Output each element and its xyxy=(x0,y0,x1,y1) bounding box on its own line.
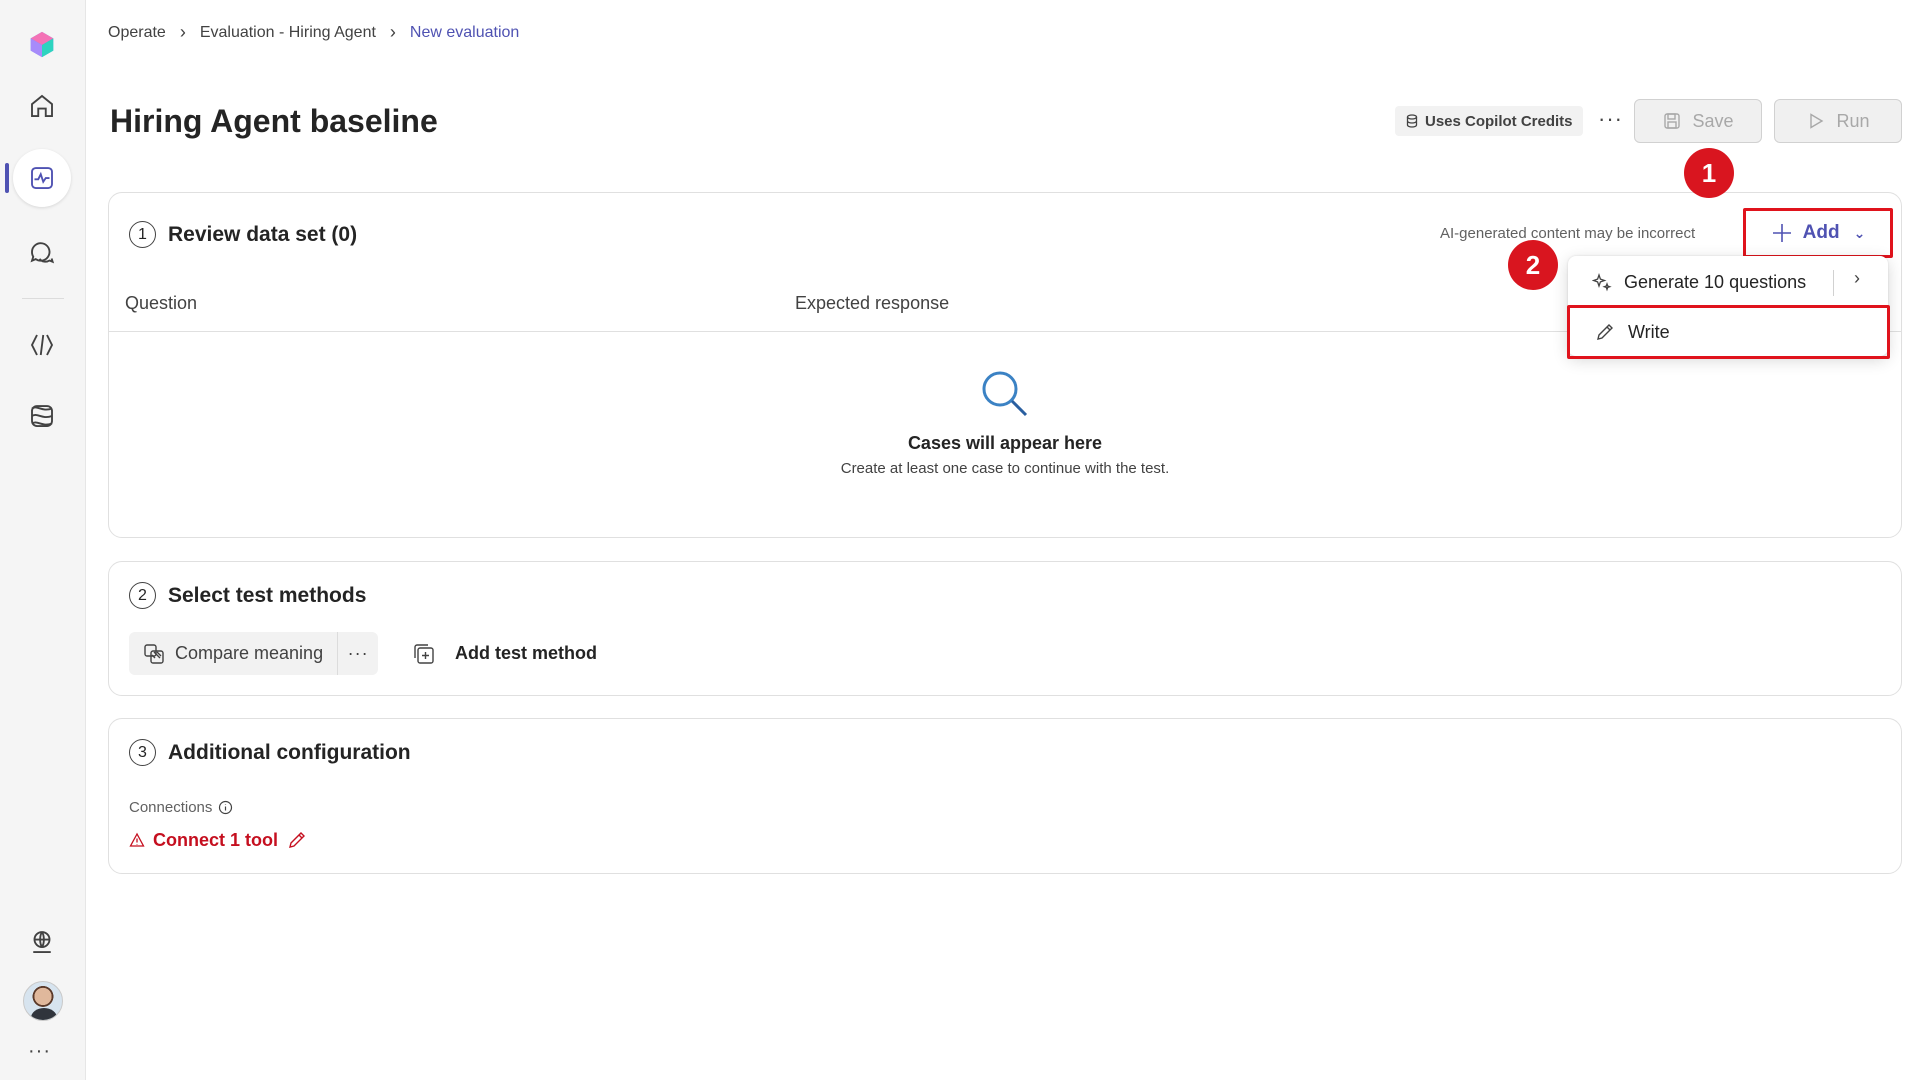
step-number: 2 xyxy=(129,582,156,609)
save-icon xyxy=(1664,113,1681,129)
pencil-icon xyxy=(1597,324,1613,340)
chat-icon[interactable] xyxy=(18,228,66,276)
activity-icon[interactable] xyxy=(13,149,71,207)
copilot-credits-badge: Uses Copilot Credits xyxy=(1395,106,1583,136)
review-header: 1 Review data set (0) xyxy=(129,221,357,248)
step-number: 1 xyxy=(129,221,156,248)
generate-questions-label: Generate 10 questions xyxy=(1624,271,1807,292)
breadcrumb-evaluation[interactable]: Evaluation - Hiring Agent xyxy=(200,24,376,42)
rail-divider xyxy=(22,298,64,299)
generate-questions-item[interactable]: Generate 10 questions › xyxy=(1568,260,1888,304)
add-square-icon xyxy=(414,643,434,664)
column-header-expected-response: Expected response xyxy=(795,293,950,313)
user-avatar[interactable] xyxy=(23,981,63,1021)
save-label: Save xyxy=(1692,110,1734,131)
empty-state-subtitle: Create at least one case to continue wit… xyxy=(840,460,1170,477)
section-title: Select test methods xyxy=(168,583,367,607)
rail-active-indicator xyxy=(5,163,9,193)
breadcrumb-operate[interactable]: Operate xyxy=(108,24,166,42)
library-icon[interactable] xyxy=(18,392,66,440)
compare-meaning-label: Compare meaning xyxy=(175,643,324,663)
test-methods-card: 2 Select test methods Compare meaning ··… xyxy=(108,561,1902,696)
play-icon xyxy=(1810,113,1824,129)
connections-label: Connections xyxy=(129,799,233,816)
column-header-question: Question xyxy=(125,293,198,313)
add-test-method-label: Add test method xyxy=(455,643,597,663)
empty-state-title: Cases will appear here xyxy=(907,433,1103,453)
chip-more-icon[interactable]: ··· xyxy=(338,643,378,664)
step-number: 3 xyxy=(129,739,156,766)
chevron-down-icon: ⌄ xyxy=(1853,224,1866,241)
sparkle-icon xyxy=(1592,272,1612,292)
breadcrumb-current[interactable]: New evaluation xyxy=(410,24,519,42)
connect-tool-label: Connect 1 tool xyxy=(153,829,278,850)
config-header: 3 Additional configuration xyxy=(129,739,411,766)
section-title: Review data set (0) xyxy=(168,222,358,246)
annotation-marker-1: 1 xyxy=(1684,148,1734,198)
review-data-set-card: 1 Review data set (0) AI-generated conte… xyxy=(108,192,1902,538)
globe-icon[interactable] xyxy=(18,918,66,966)
chevron-right-icon[interactable]: › xyxy=(1854,268,1860,289)
coins-icon xyxy=(1406,114,1418,128)
more-options-icon[interactable]: ··· xyxy=(1598,106,1623,132)
code-icon[interactable] xyxy=(18,321,66,369)
app-root: ··· Operate › Evaluation - Hiring Agent … xyxy=(0,0,1920,1080)
left-rail: ··· xyxy=(0,0,86,1080)
empty-state: Cases will appear here Create at least o… xyxy=(109,368,1901,477)
add-test-method-button[interactable]: Add test method xyxy=(413,632,597,675)
chevron-right-icon: › xyxy=(389,22,396,42)
plus-icon xyxy=(1772,224,1791,242)
edit-pencil-icon[interactable] xyxy=(286,829,308,851)
additional-config-card: 3 Additional configuration Connections C… xyxy=(108,718,1902,874)
run-label: Run xyxy=(1836,110,1870,131)
run-button[interactable]: Run xyxy=(1774,99,1902,143)
home-icon[interactable] xyxy=(18,82,66,130)
search-icon xyxy=(982,371,1028,417)
annotation-marker-2: 2 xyxy=(1508,240,1558,290)
ai-disclaimer: AI-generated content may be incorrect xyxy=(1440,225,1696,242)
compare-meaning-chip[interactable]: Compare meaning ··· xyxy=(129,632,379,675)
methods-header: 2 Select test methods xyxy=(129,582,366,609)
warning-icon xyxy=(129,832,145,847)
add-button[interactable]: Add ⌄ xyxy=(1743,208,1893,258)
info-icon[interactable] xyxy=(218,800,233,815)
write-label: Write xyxy=(1628,321,1670,342)
connections-text: Connections xyxy=(129,799,213,816)
credits-label: Uses Copilot Credits xyxy=(1425,112,1573,130)
rail-more-icon[interactable]: ··· xyxy=(28,1040,51,1063)
add-label: Add xyxy=(1802,222,1840,243)
write-item[interactable]: Write xyxy=(1567,305,1890,359)
menu-split-divider xyxy=(1833,270,1834,296)
app-logo-icon[interactable] xyxy=(18,20,66,68)
page-title: Hiring Agent baseline xyxy=(110,103,438,139)
compare-meaning-button[interactable]: Compare meaning xyxy=(129,632,339,675)
breadcrumb: Operate › Evaluation - Hiring Agent › Ne… xyxy=(108,22,519,43)
connect-tool-link[interactable]: Connect 1 tool xyxy=(129,829,308,851)
section-title: Additional configuration xyxy=(168,740,411,764)
save-button[interactable]: Save xyxy=(1634,99,1762,143)
compare-meaning-icon xyxy=(144,643,164,664)
add-dropdown-menu: Generate 10 questions › Write xyxy=(1567,256,1890,359)
chevron-right-icon: › xyxy=(179,22,186,42)
